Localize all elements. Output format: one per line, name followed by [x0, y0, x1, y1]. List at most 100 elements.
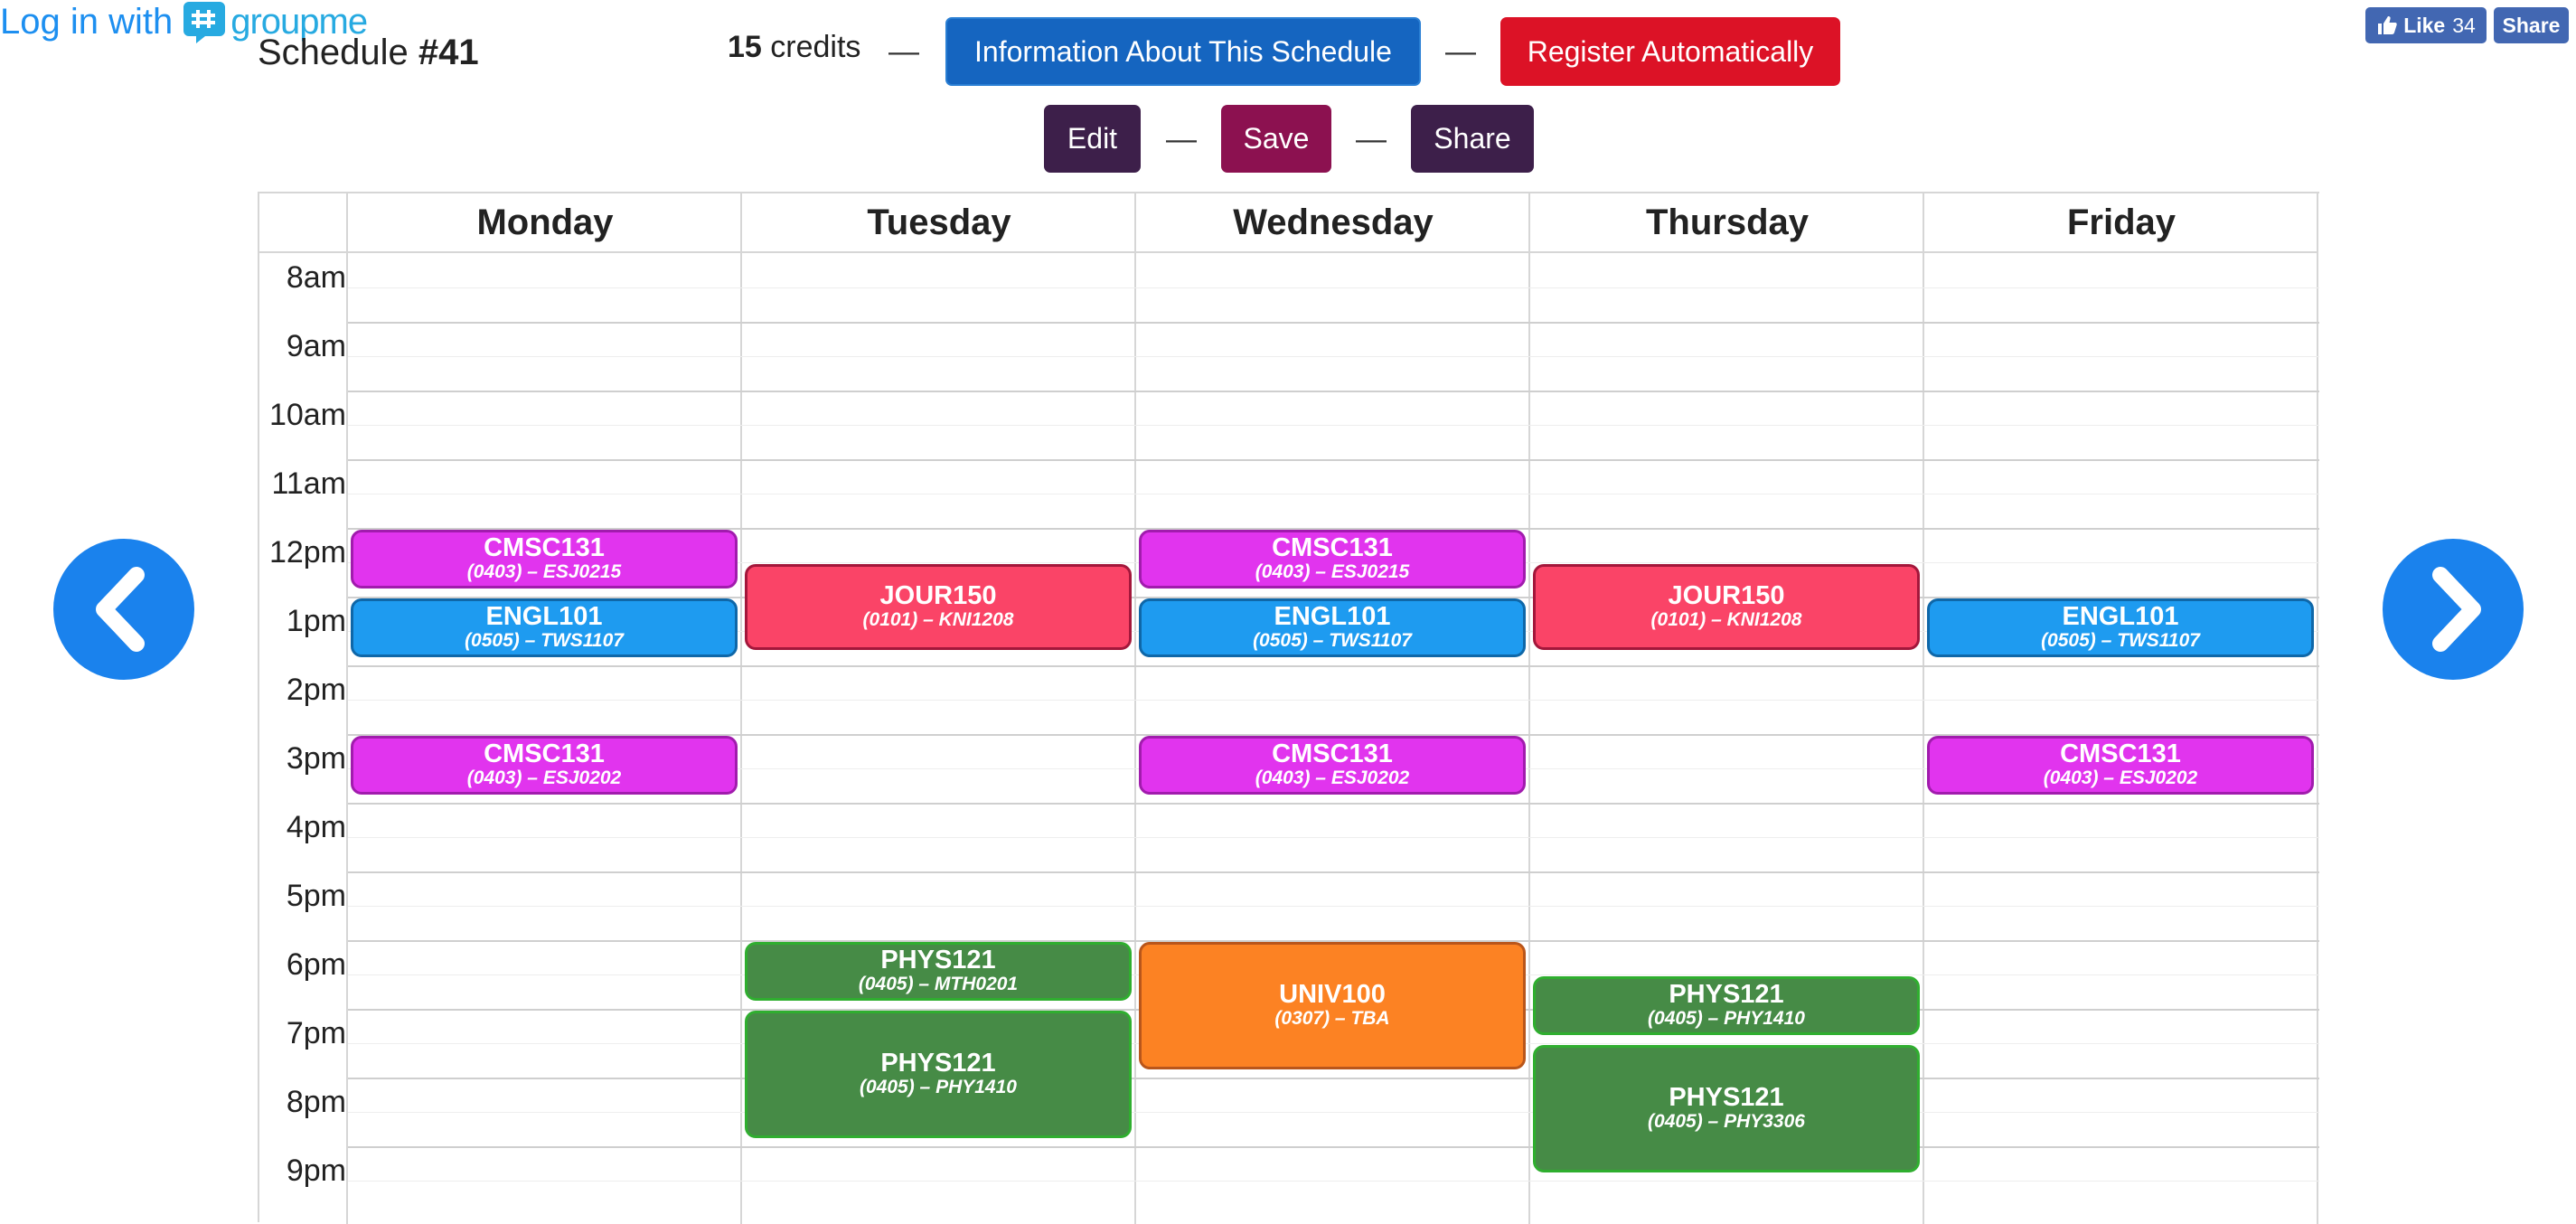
- hour-label: 4pm: [286, 810, 346, 844]
- hour-label: 6pm: [286, 947, 346, 982]
- course-section-location: (0403) – ESJ0215: [1255, 560, 1410, 582]
- separator-dash: —: [888, 34, 919, 69]
- course-code: CMSC131: [1272, 739, 1393, 768]
- course-event-engl101[interactable]: ENGL101 (0505) – TWS1107: [351, 598, 738, 657]
- facebook-like-button[interactable]: Like 34: [2365, 7, 2487, 43]
- day-header: Thursday: [1530, 193, 1924, 253]
- like-count: 34: [2452, 13, 2476, 37]
- course-section-location: (0403) – ESJ0202: [2043, 767, 2198, 788]
- course-code: ENGL101: [2062, 601, 2179, 631]
- half-hour-gridline: [348, 1181, 2319, 1182]
- hour-gridline: [348, 665, 2319, 667]
- course-code: PHYS121: [1669, 1082, 1784, 1112]
- half-hour-gridline: [348, 837, 2319, 838]
- chevron-left-icon: [96, 567, 145, 652]
- day-header: Monday: [348, 193, 742, 253]
- hour-label: 2pm: [286, 673, 346, 707]
- course-code: UNIV100: [1279, 979, 1386, 1009]
- hour-gridline: [348, 1078, 2319, 1079]
- course-section-location: (0403) – ESJ0202: [1255, 767, 1410, 788]
- half-hour-gridline: [348, 1112, 2319, 1113]
- course-section-location: (0505) – TWS1107: [2041, 629, 2200, 651]
- half-hour-gridline: [348, 425, 2319, 426]
- course-section-location: (0505) – TWS1107: [1253, 629, 1412, 651]
- course-section-location: (0403) – ESJ0215: [466, 560, 622, 582]
- course-code: JOUR150: [1668, 580, 1785, 610]
- login-label: Log in with: [0, 1, 174, 42]
- course-event-phys121[interactable]: PHYS121 (0405) – PHY1410: [745, 1011, 1132, 1138]
- separator-dash: —: [1445, 34, 1476, 69]
- info-button[interactable]: Information About This Schedule: [945, 17, 1421, 86]
- day-column: [1136, 193, 1530, 1224]
- half-hour-gridline: [348, 906, 2319, 907]
- course-section-location: (0405) – MTH0201: [858, 973, 1019, 994]
- edit-button[interactable]: Edit: [1044, 105, 1141, 173]
- course-event-engl101[interactable]: ENGL101 (0505) – TWS1107: [1139, 598, 1526, 657]
- register-automatically-button[interactable]: Register Automatically: [1500, 17, 1840, 86]
- course-section-location: (0405) – PHY1410: [860, 1076, 1017, 1097]
- thumbs-up-icon: [2378, 16, 2397, 34]
- course-event-cmsc131[interactable]: CMSC131 (0403) – ESJ0202: [1927, 736, 2314, 795]
- credits-number: 15: [728, 30, 762, 64]
- schedule-title: Schedule #41: [258, 33, 479, 73]
- course-code: ENGL101: [485, 601, 603, 631]
- course-code: PHYS121: [880, 1048, 996, 1078]
- day-header: Friday: [1924, 193, 2318, 253]
- course-section-location: (0405) – PHY1410: [1648, 1007, 1805, 1029]
- course-code: PHYS121: [1669, 979, 1784, 1009]
- course-event-cmsc131[interactable]: CMSC131 (0403) – ESJ0215: [1139, 530, 1526, 588]
- hour-gridline: [348, 1146, 2319, 1148]
- course-event-jour150[interactable]: JOUR150 (0101) – KNI1208: [745, 564, 1132, 650]
- course-section-location: (0101) – KNI1208: [1650, 608, 1802, 630]
- credits-label: credits: [761, 30, 861, 64]
- course-event-phys121[interactable]: PHYS121 (0405) – MTH0201: [745, 942, 1132, 1001]
- course-event-jour150[interactable]: JOUR150 (0101) – KNI1208: [1533, 564, 1920, 650]
- separator-dash: —: [1166, 122, 1197, 156]
- chevron-right-icon: [2432, 567, 2481, 652]
- hour-label: 7pm: [286, 1016, 346, 1050]
- corner-header: [259, 193, 348, 253]
- like-label: Like: [2403, 13, 2446, 37]
- day-header: Tuesday: [742, 193, 1136, 253]
- course-section-location: (0101) – KNI1208: [862, 608, 1014, 630]
- course-code: PHYS121: [880, 945, 996, 974]
- hour-label: 8pm: [286, 1085, 346, 1119]
- schedule-number: #41: [418, 33, 479, 72]
- next-schedule-button[interactable]: [2383, 539, 2524, 680]
- course-section-location: (0307) – TBA: [1274, 1007, 1390, 1029]
- hour-gridline: [348, 803, 2319, 805]
- course-event-univ100[interactable]: UNIV100 (0307) – TBA: [1139, 942, 1526, 1069]
- course-event-cmsc131[interactable]: CMSC131 (0403) – ESJ0202: [1139, 736, 1526, 795]
- hour-label: 10am: [268, 398, 346, 432]
- hour-label: 1pm: [286, 604, 346, 638]
- save-button[interactable]: Save: [1221, 105, 1331, 173]
- hour-gridline: [348, 391, 2319, 392]
- course-event-phys121[interactable]: PHYS121 (0405) – PHY3306: [1533, 1045, 1920, 1172]
- half-hour-gridline: [348, 700, 2319, 701]
- groupme-icon: [183, 2, 226, 43]
- separator-dash: —: [1356, 122, 1387, 156]
- course-code: CMSC131: [2060, 739, 2181, 768]
- previous-schedule-button[interactable]: [53, 539, 194, 680]
- hour-gridline: [348, 871, 2319, 873]
- course-section-location: (0405) – PHY3306: [1648, 1110, 1805, 1132]
- course-code: JOUR150: [879, 580, 997, 610]
- day-header: Wednesday: [1136, 193, 1530, 253]
- share-button[interactable]: Share: [1411, 105, 1534, 173]
- half-hour-gridline: [348, 287, 2319, 288]
- facebook-share-button[interactable]: Share: [2494, 7, 2569, 43]
- hour-label: 9am: [286, 329, 346, 363]
- hour-label: 12pm: [268, 535, 346, 570]
- course-section-location: (0403) – ESJ0202: [466, 767, 622, 788]
- hour-label: 3pm: [286, 741, 346, 776]
- course-event-engl101[interactable]: ENGL101 (0505) – TWS1107: [1927, 598, 2314, 657]
- hour-label: 11am: [271, 466, 346, 501]
- course-code: CMSC131: [1272, 532, 1393, 562]
- course-event-phys121[interactable]: PHYS121 (0405) – PHY1410: [1533, 976, 1920, 1035]
- course-event-cmsc131[interactable]: CMSC131 (0403) – ESJ0202: [351, 736, 738, 795]
- course-code: ENGL101: [1274, 601, 1391, 631]
- hour-gridline: [348, 322, 2319, 324]
- course-event-cmsc131[interactable]: CMSC131 (0403) – ESJ0215: [351, 530, 738, 588]
- course-code: CMSC131: [484, 532, 605, 562]
- hour-label: 8am: [286, 260, 346, 295]
